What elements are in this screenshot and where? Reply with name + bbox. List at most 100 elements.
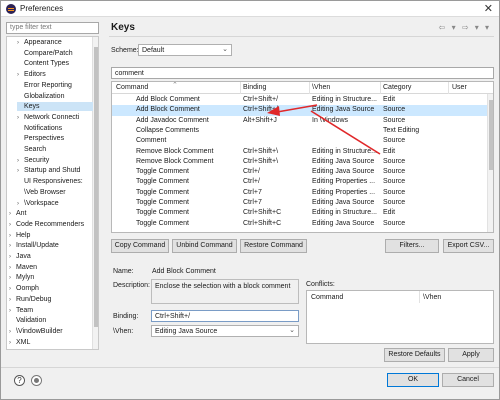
table-scrollbar[interactable] <box>487 94 493 232</box>
table-row[interactable]: Toggle Comment Ctrl+/ Editing Properties .… <box>112 177 488 187</box>
tree-item[interactable]: › XML <box>9 338 93 347</box>
apply-button[interactable]: Apply <box>448 348 494 362</box>
tree-item[interactable]: › Security <box>17 156 93 165</box>
chevron-right-icon[interactable]: › <box>9 296 16 305</box>
tree-item[interactable]: › Oomph <box>9 284 93 293</box>
tree-item[interactable]: Validation <box>9 316 93 325</box>
chevron-right-icon[interactable]: › <box>9 221 16 230</box>
table-scrollbar-thumb[interactable] <box>489 100 493 170</box>
tree-item[interactable]: › Team <box>9 306 93 315</box>
export-csv-button[interactable]: Export CSV... <box>443 239 494 253</box>
tree-item[interactable]: Error Reporting <box>17 81 93 90</box>
table-row[interactable]: Toggle Comment Ctrl+Shift+C Editing in Str… <box>112 208 488 218</box>
conflicts-column-command[interactable]: Command <box>311 294 343 301</box>
ok-button[interactable]: OK <box>387 373 439 387</box>
chevron-right-icon[interactable]: › <box>17 39 24 48</box>
tree-item[interactable]: › Startup and Shutd <box>17 166 93 175</box>
column-command[interactable]: Command <box>116 84 148 91</box>
cancel-button[interactable]: Cancel <box>442 373 494 387</box>
tree-item[interactable]: › \Vorkspace <box>17 199 93 208</box>
tree-item-label: Editors <box>24 71 46 79</box>
tree-item[interactable]: Perspectives <box>17 134 93 143</box>
table-row[interactable]: Add Block Comment Ctrl+Shift+/ Editing in … <box>112 95 488 105</box>
tree-item[interactable]: Search <box>17 145 93 154</box>
filter-input[interactable]: type filter text <box>6 22 99 34</box>
tree-item[interactable]: › Run/Debug <box>9 295 93 304</box>
tree-item[interactable]: Globalization <box>17 92 93 101</box>
table-cell: Ctrl+7 <box>243 188 262 196</box>
column-binding[interactable]: Binding <box>243 84 266 91</box>
table-row[interactable]: Toggle Comment Ctrl+/ Editing Java Source S… <box>112 167 488 177</box>
chevron-right-icon[interactable]: › <box>17 114 24 123</box>
close-icon[interactable]: ✕ <box>484 2 493 15</box>
table-cell: Ctrl+Shift+/ <box>243 106 279 114</box>
table-row[interactable]: Toggle Comment Ctrl+7 Editing Properties .… <box>112 188 488 198</box>
chevron-right-icon[interactable]: › <box>9 242 16 251</box>
tree-item[interactable]: Notifications <box>17 124 93 133</box>
chevron-right-icon[interactable]: › <box>9 210 16 219</box>
history-nav-icons[interactable]: ⇦ ▾ ⇨ ▾ ▾ <box>439 23 491 32</box>
keys-search-input[interactable]: comment <box>111 67 494 79</box>
chevron-right-icon[interactable]: › <box>9 285 16 294</box>
chevron-right-icon[interactable]: › <box>9 339 16 348</box>
preference-tree[interactable]: › Appearance Compare/Patch Content Types › Ed… <box>6 36 99 350</box>
table-row[interactable]: Toggle Comment Ctrl+7 Editing Java Source S… <box>112 198 488 208</box>
filters-button[interactable]: Filters... <box>385 239 439 253</box>
tree-item[interactable]: › Appearance <box>17 38 93 47</box>
chevron-right-icon[interactable]: › <box>9 264 16 273</box>
tree-item[interactable]: › Maven <box>9 263 93 272</box>
tree-item[interactable]: › Code Recommenders <box>9 220 93 229</box>
help-icon[interactable]: ? <box>14 375 25 386</box>
tree-item-label: Startup and Shutd <box>24 167 81 175</box>
tree-item[interactable]: › Editors <box>17 70 93 79</box>
tree-item[interactable]: UI Responsivenes: <box>17 177 93 186</box>
conflicts-table[interactable]: Command \Vhen <box>306 290 494 344</box>
copy-command-button[interactable]: Copy Command <box>111 239 169 253</box>
table-row[interactable]: Remove Block Comment Ctrl+Shift+\ Editing … <box>112 157 488 167</box>
chevron-right-icon[interactable]: › <box>9 307 16 316</box>
chevron-right-icon[interactable]: › <box>17 157 24 166</box>
table-cell: Source <box>383 199 406 206</box>
table-cell: Source <box>383 178 406 186</box>
tree-item[interactable]: Compare/Patch <box>17 49 93 58</box>
conflicts-column-when[interactable]: \Vhen <box>423 294 441 301</box>
tree-item[interactable]: \Veb Browser <box>17 188 93 197</box>
table-row[interactable]: Add Javadoc Comment Alt+Shift+J In \Vindow… <box>112 116 488 126</box>
tree-scrollbar-thumb[interactable] <box>94 47 98 327</box>
column-when[interactable]: \Vhen <box>312 84 330 91</box>
scheme-select[interactable]: Default ⌄ <box>138 44 232 56</box>
tree-item[interactable]: › Ant <box>9 209 93 218</box>
table-row[interactable]: Comment Source <box>112 136 488 146</box>
tree-item[interactable]: › Java <box>9 252 93 261</box>
when-select[interactable]: Editing Java Source ⌄ <box>151 325 299 337</box>
table-row[interactable]: Toggle Comment Ctrl+Shift+C Editing Java S… <box>112 219 488 229</box>
tree-item[interactable]: › Mylyn <box>9 273 93 282</box>
chevron-right-icon[interactable]: › <box>9 274 16 283</box>
restore-command-button[interactable]: Restore Command <box>240 239 307 253</box>
record-icon[interactable] <box>31 375 42 386</box>
table-row[interactable]: Collapse Comments Text Editing <box>112 126 488 136</box>
chevron-right-icon[interactable]: › <box>9 328 16 337</box>
tree-item[interactable]: › Install/Update <box>9 241 93 250</box>
restore-defaults-button[interactable]: Restore Defaults <box>384 348 445 362</box>
chevron-right-icon[interactable]: › <box>17 167 24 176</box>
binding-label: Binding: <box>113 313 139 320</box>
table-row[interactable]: Add Block Comment Ctrl+Shift+/ Editing Jav… <box>112 105 488 116</box>
column-user[interactable]: User <box>452 84 467 91</box>
chevron-right-icon[interactable]: › <box>9 253 16 262</box>
tree-item[interactable]: › Help <box>9 231 93 240</box>
table-row[interactable]: Remove Block Comment Ctrl+Shift+\ Editing … <box>112 147 488 157</box>
keys-table[interactable]: Command ⌃ Binding \Vhen Category User Ad… <box>111 81 494 233</box>
tree-item[interactable]: › \VindowBuilder <box>9 327 93 336</box>
description-textarea[interactable]: Enclose the selection with a block comme… <box>151 279 299 304</box>
chevron-right-icon[interactable]: › <box>17 71 24 80</box>
chevron-right-icon[interactable]: › <box>9 232 16 241</box>
column-category[interactable]: Category <box>383 84 411 91</box>
tree-item-label: Content Types <box>24 60 70 68</box>
tree-item[interactable]: › Network Connecti <box>17 113 93 122</box>
unbind-command-button[interactable]: Unbind Command <box>172 239 237 253</box>
tree-item[interactable]: Content Types <box>17 59 93 68</box>
chevron-right-icon[interactable]: › <box>17 200 24 209</box>
tree-item[interactable]: Keys <box>17 102 93 112</box>
binding-input[interactable]: Ctrl+Shift+/ <box>151 310 299 322</box>
